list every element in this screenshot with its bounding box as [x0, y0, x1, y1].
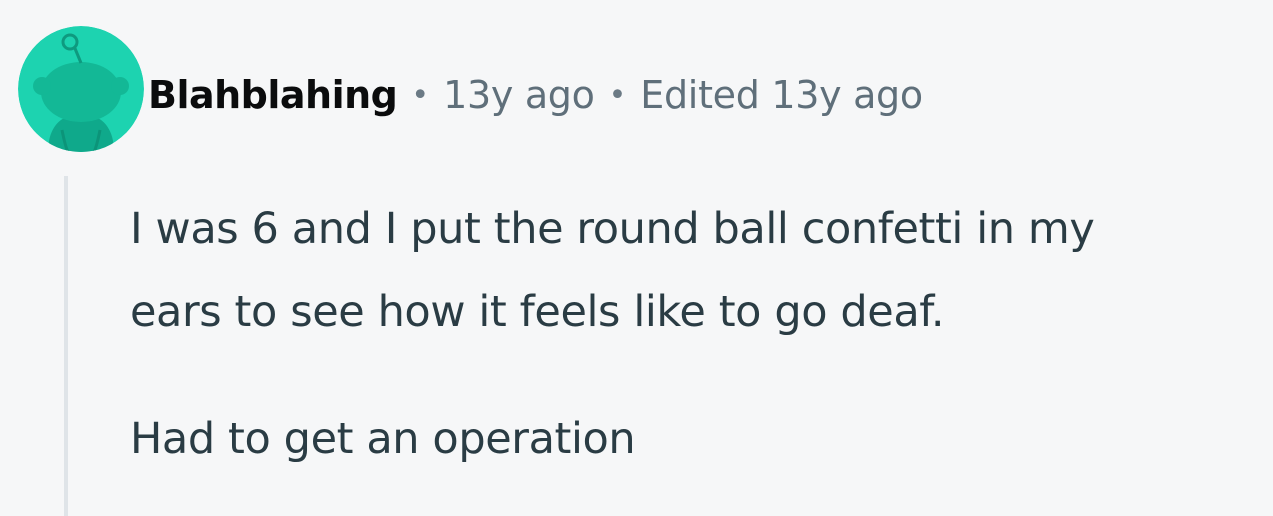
posted-timestamp[interactable]: 13y ago	[443, 73, 595, 117]
comment-text-line: I was 6 and I put the round ball confett…	[130, 204, 1095, 254]
thread-collapse-line[interactable]	[64, 176, 68, 516]
comment-meta: Blahblahing • 13y ago • Edited 13y ago	[148, 68, 923, 122]
comment-text-line: Had to get an operation	[130, 414, 636, 464]
comment-body: I was 6 and I put the round ball confett…	[130, 188, 1270, 481]
separator-dot: •	[608, 77, 627, 113]
edited-timestamp: Edited 13y ago	[640, 73, 923, 117]
snoo-avatar-icon	[18, 26, 144, 152]
comment: Blahblahing • 13y ago • Edited 13y ago I…	[0, 0, 1273, 516]
separator-dot: •	[411, 77, 430, 113]
user-avatar[interactable]	[18, 26, 144, 152]
author-username[interactable]: Blahblahing	[148, 73, 398, 117]
comment-text-line: ears to see how it feels like to go deaf…	[130, 287, 945, 337]
